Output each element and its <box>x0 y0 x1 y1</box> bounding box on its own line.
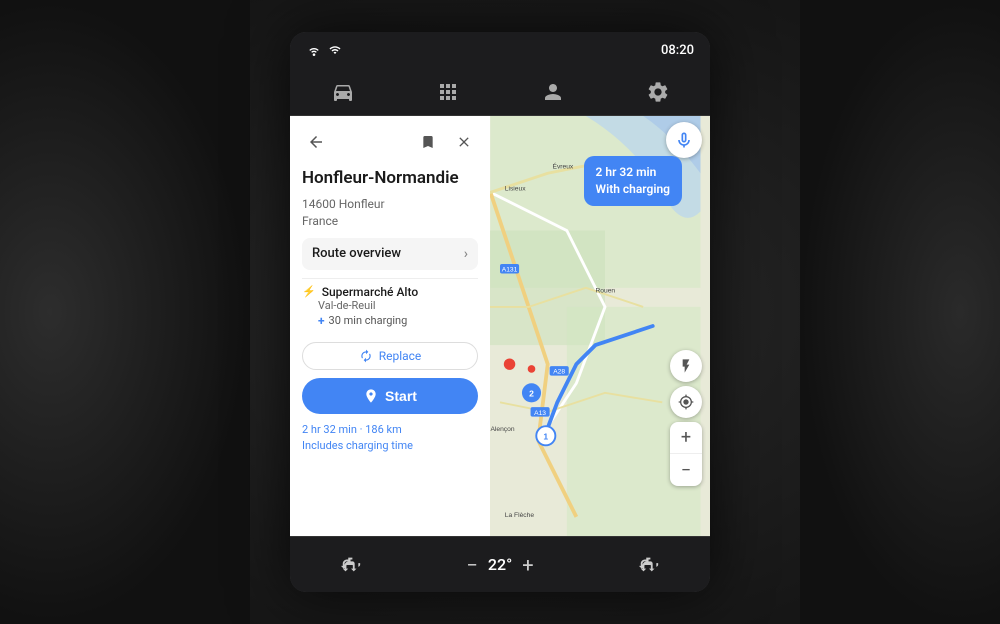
left-panel <box>0 0 250 624</box>
location-title: Honfleur-Normandie <box>302 168 478 188</box>
route-overview-button[interactable]: Route overview › <box>302 238 478 270</box>
charging-stop-location: Val-de-Reuil <box>318 299 478 312</box>
charging-stop-name: ⚡ Supermarché Alto <box>302 285 478 299</box>
zoom-controls: + − <box>670 422 702 486</box>
start-button[interactable]: Start <box>302 378 478 414</box>
bookmark-button[interactable] <box>414 128 442 156</box>
side-panel: Honfleur-Normandie 14600 Honfleur France… <box>290 116 490 536</box>
nav-bar <box>290 68 710 116</box>
chevron-right-icon: › <box>464 246 468 262</box>
nav-car-icon[interactable] <box>329 78 357 106</box>
trip-summary-line1: 2 hr 32 min · 186 km <box>302 422 478 439</box>
charging-stop-name-label: Supermarché Alto <box>322 285 418 299</box>
bottom-bar: − 22° + <box>290 536 710 592</box>
temperature-display: 22° <box>488 555 512 574</box>
screen-container: 08:20 <box>290 32 710 592</box>
route-info-bubble: 2 hr 32 min With charging <box>584 156 682 206</box>
plus-circle-icon: + <box>318 314 325 328</box>
seat-heat-left[interactable] <box>340 554 362 576</box>
svg-text:A13: A13 <box>534 410 546 417</box>
seat-heat-right[interactable] <box>638 554 660 576</box>
svg-text:2: 2 <box>529 389 534 399</box>
temp-value: 22° <box>488 555 512 574</box>
zoom-out-button[interactable]: − <box>670 454 702 486</box>
temp-plus-button[interactable]: + <box>518 553 537 577</box>
charging-time: + 30 min charging <box>318 314 478 328</box>
status-bar: 08:20 <box>290 32 710 68</box>
charging-time-label: 30 min charging <box>329 314 408 327</box>
svg-text:Rouen: Rouen <box>595 288 615 295</box>
flash-control-button[interactable] <box>670 350 702 382</box>
nav-grid-icon[interactable] <box>434 78 462 106</box>
route-overview-label: Route overview <box>312 246 401 261</box>
svg-text:1: 1 <box>543 432 548 442</box>
zoom-in-button[interactable]: + <box>670 422 702 454</box>
svg-text:Lisieux: Lisieux <box>505 185 526 192</box>
address-line1: 14600 Honfleur <box>302 197 385 211</box>
address-line2: France <box>302 214 338 228</box>
status-bar-left <box>306 44 342 56</box>
signal-icon <box>328 44 342 56</box>
map-area: Lisieux Évreux Rouen Alençon Mayenne La … <box>290 116 710 536</box>
location-button[interactable] <box>670 386 702 418</box>
svg-text:Évreux: Évreux <box>553 162 574 171</box>
replace-button[interactable]: Replace <box>302 342 478 370</box>
svg-text:A131: A131 <box>502 267 518 274</box>
charging-stop-section: ⚡ Supermarché Alto Val-de-Reuil + 30 min… <box>302 278 478 334</box>
replace-label: Replace <box>379 349 422 363</box>
trip-summary-line2: Includes charging time <box>302 438 478 455</box>
nav-person-icon[interactable] <box>539 78 567 106</box>
panel-actions <box>414 128 478 156</box>
route-bubble-charging: With charging <box>596 181 670 198</box>
nav-settings-icon[interactable] <box>644 78 672 106</box>
time-display: 08:20 <box>661 43 694 58</box>
voice-search-button[interactable] <box>666 122 702 158</box>
lightning-icon: ⚡ <box>302 285 316 298</box>
temperature-controls: − 22° + <box>462 553 537 577</box>
svg-text:Alençon: Alençon <box>490 426 514 433</box>
temp-minus-button[interactable]: − <box>462 553 481 577</box>
svg-text:La Flèche: La Flèche <box>505 512 535 519</box>
trip-summary: 2 hr 32 min · 186 km Includes charging t… <box>302 422 478 455</box>
back-button[interactable] <box>302 128 330 156</box>
start-label: Start <box>385 388 417 404</box>
svg-text:A28: A28 <box>553 369 565 376</box>
right-panel <box>800 0 1000 624</box>
car-interior: 08:20 <box>0 0 1000 624</box>
close-button[interactable] <box>450 128 478 156</box>
location-address: 14600 Honfleur France <box>302 196 478 230</box>
panel-header <box>302 128 478 156</box>
wifi-icon <box>306 44 322 56</box>
route-bubble-time: 2 hr 32 min <box>596 164 670 181</box>
map-controls: + − <box>670 350 702 486</box>
